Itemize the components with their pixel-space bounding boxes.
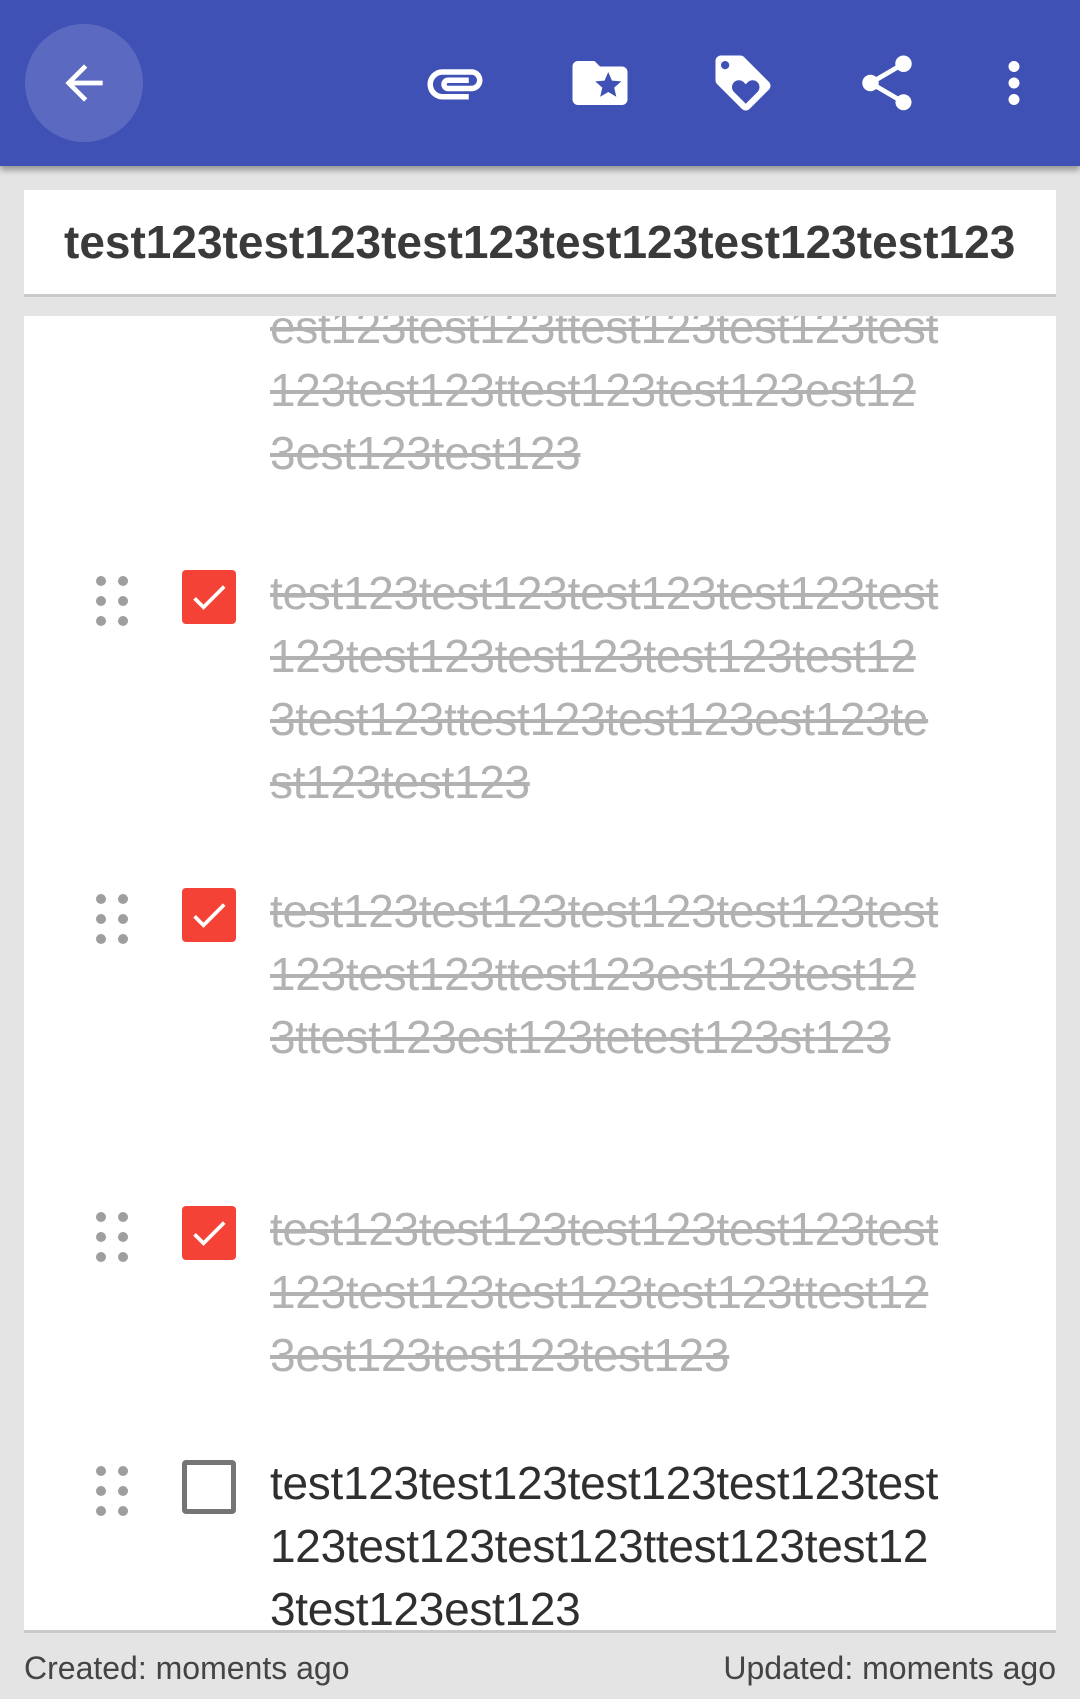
checklist-checkbox[interactable] xyxy=(182,888,236,942)
back-button[interactable] xyxy=(25,24,143,142)
note-footer: Created: moments ago Updated: moments ag… xyxy=(24,1650,1056,1687)
folder-star-icon xyxy=(572,61,628,105)
more-vert-icon xyxy=(1008,61,1020,105)
note-title: test123test123test123test123test123test1… xyxy=(64,216,1016,268)
updated-timestamp: Updated: moments ago xyxy=(723,1650,1056,1686)
drag-handle-icon[interactable] xyxy=(96,1212,128,1262)
more-options-button[interactable] xyxy=(979,48,1049,118)
arrow-left-icon xyxy=(65,64,103,102)
share-button[interactable] xyxy=(852,48,922,118)
checklist-item-text[interactable]: test123test123test123test123test123test1… xyxy=(270,1198,940,1387)
tag-heart-icon xyxy=(715,55,771,111)
drag-handle-icon[interactable] xyxy=(96,894,128,944)
checklist-checkbox[interactable] xyxy=(182,1206,236,1260)
checklist-item-text[interactable]: est123test123ttest123test123test123test1… xyxy=(270,316,940,485)
drag-handle-icon[interactable] xyxy=(96,576,128,626)
check-icon xyxy=(193,585,226,610)
checklist-item-text[interactable]: test123test123test123test123test123test1… xyxy=(270,562,940,814)
checklist: est123test123ttest123test123test123test1… xyxy=(24,316,1056,1630)
note-title-field[interactable]: test123test123test123test123test123test1… xyxy=(24,190,1056,294)
attach-button[interactable] xyxy=(420,48,490,118)
checklist-item-text[interactable]: test123test123test123test123test123test1… xyxy=(270,880,940,1069)
created-timestamp: Created: moments ago xyxy=(24,1650,350,1686)
checklist-item-text[interactable]: test123test123test123test123test123test1… xyxy=(270,1452,940,1630)
app-toolbar xyxy=(0,0,1080,166)
share-icon xyxy=(862,55,912,111)
checklist-checkbox[interactable] xyxy=(182,1460,236,1514)
category-button[interactable] xyxy=(565,48,635,118)
tag-button[interactable] xyxy=(708,48,778,118)
check-icon xyxy=(193,903,226,928)
drag-handle-icon[interactable] xyxy=(96,1466,128,1516)
paperclip-icon xyxy=(427,69,483,100)
check-icon xyxy=(193,1221,226,1246)
checklist-checkbox[interactable] xyxy=(182,570,236,624)
